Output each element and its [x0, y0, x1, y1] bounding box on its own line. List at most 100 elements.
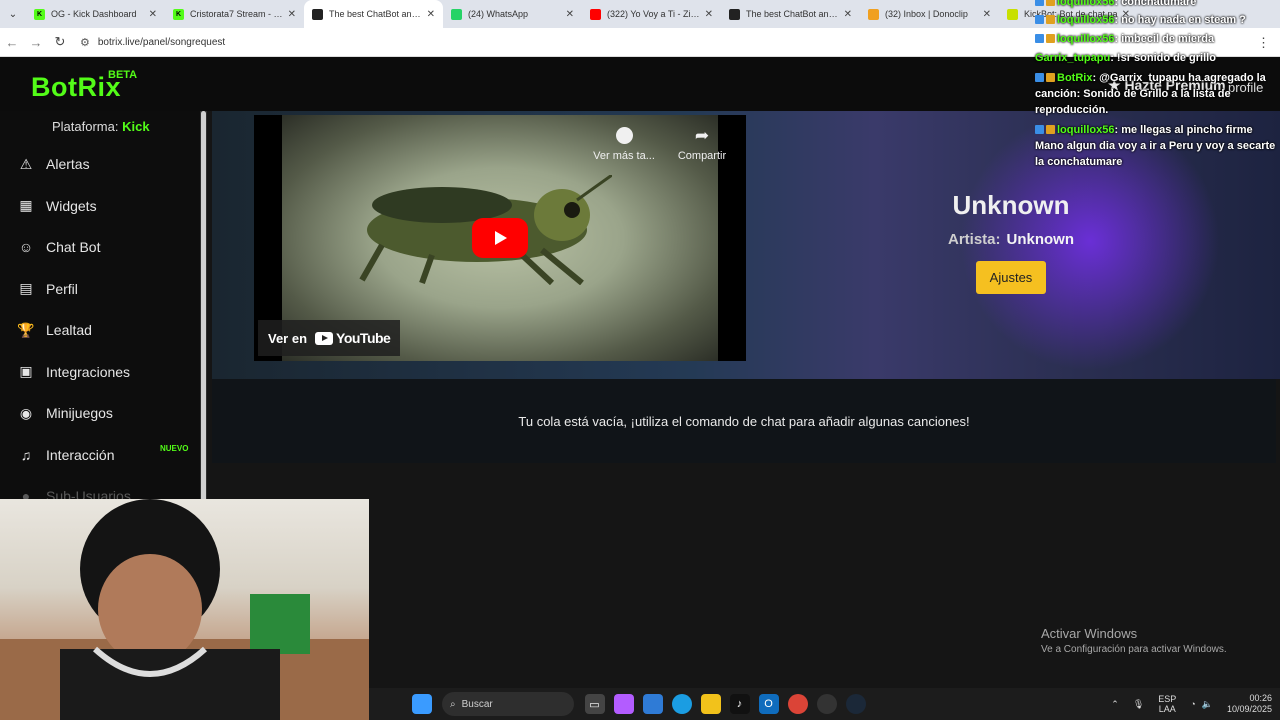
song-title: Unknown [952, 190, 1070, 220]
task-view-icon[interactable]: ▭ [584, 694, 605, 714]
microphone-icon[interactable]: 🎙 [1133, 699, 1144, 710]
sidebar-item[interactable]: ♫ Interacción [18, 444, 115, 466]
empty-queue-message: Tu cola está vacía, ¡utiliza el comando … [518, 413, 970, 429]
steam-icon[interactable] [845, 694, 866, 714]
chat-username: loquillox56 [1057, 33, 1115, 45]
reload-icon[interactable]: ↻ [48, 34, 72, 50]
chat-badge-icon [1046, 0, 1055, 6]
sidebar-item[interactable]: ☺ Chat Bot [18, 236, 101, 258]
streamer-image [0, 499, 369, 720]
browser-tab[interactable]: (24) WhatsApp ✕ [443, 0, 582, 28]
browser-menu-icon[interactable]: ⋮ [1257, 35, 1270, 51]
chat-username: BotRix [1057, 72, 1093, 84]
store-icon[interactable] [642, 694, 663, 714]
tab-close-icon[interactable]: ✕ [427, 9, 435, 20]
outlook-icon[interactable]: O [758, 694, 779, 714]
back-arrow-icon[interactable]: ← [0, 35, 24, 50]
watermark-subtitle: Ve a Configuración para activar Windows. [1041, 644, 1227, 655]
scrollbar-thumb[interactable] [201, 111, 206, 561]
chat-badge-icon [1035, 73, 1044, 82]
share-button[interactable]: ➦ Compartir [672, 127, 732, 162]
watch-later-button[interactable]: Ver más ta... [592, 127, 656, 162]
edge-icon[interactable] [671, 694, 692, 714]
chat-message: loquillox56: imbecil de mierda [1035, 31, 1214, 47]
beta-label: BETA [108, 69, 138, 81]
tiktok-icon[interactable]: ♪ [729, 694, 750, 714]
language-bottom: LAA [1158, 704, 1176, 714]
song-queue: Tu cola está vacía, ¡utiliza el comando … [212, 379, 1276, 463]
tab-title: (322) Yo Voy a Ti - Zion y [607, 9, 701, 19]
chat-message: loquillox56: no hay nada en steam ? [1035, 12, 1246, 28]
url-field[interactable]: ⚙ botrix.live/panel/songrequest [80, 36, 225, 49]
tray-chevron-icon[interactable]: ⌃ [1111, 699, 1119, 710]
chat-badge-icon [1035, 125, 1044, 134]
browser-tab[interactable]: (322) Yo Voy a Ti - Zion y ✕ [582, 0, 721, 28]
file-explorer-icon[interactable] [700, 694, 721, 714]
taskbar-search[interactable]: ⌕ Buscar [442, 692, 574, 716]
watch-on-label: Ver en [268, 330, 308, 346]
browser-tab[interactable]: The best ChatBot and W ✕ [721, 0, 860, 28]
browser-tab[interactable]: K OG - Kick Dashboard ✕ [26, 0, 165, 28]
wifi-icon[interactable]: ◔ [1190, 699, 1195, 709]
artist-label: Artista: [947, 231, 1001, 248]
sidebar-item[interactable]: ▤ Perfil [18, 278, 78, 300]
settings-button[interactable]: Ajustes [976, 261, 1046, 294]
sidebar-item-icon: ♫ [20, 446, 32, 463]
language-top: ESP [1158, 694, 1177, 704]
watermark-title: Activar Windows [1041, 626, 1138, 641]
sidebar-item-icon: 🏆 [17, 321, 35, 338]
sidebar-item-icon: ▤ [19, 280, 33, 296]
watch-later-label: Ver más ta... [593, 150, 655, 162]
tab-close-icon[interactable]: ✕ [149, 9, 157, 20]
share-label: Compartir [677, 150, 727, 162]
tab-close-icon[interactable]: ✕ [288, 9, 296, 20]
tab-favicon-icon [590, 8, 601, 20]
youtube-player[interactable]: Ver más ta... ➦ Compartir Ver en YouTube [254, 115, 746, 361]
sidebar-item-icon: ☺ [18, 239, 34, 255]
sidebar-item[interactable]: ▦ Widgets [18, 195, 96, 217]
youtube-play-button[interactable] [472, 218, 528, 258]
sidebar-item-label: Interacción [46, 446, 115, 463]
sidebar-scrollbar[interactable] [200, 111, 207, 561]
share-arrow-icon: ➦ [694, 126, 710, 145]
song-artist: Artista: Unknown [912, 231, 1110, 248]
tab-favicon-icon: K [173, 8, 184, 20]
tab-close-icon[interactable]: ✕ [983, 9, 991, 20]
chrome-icon[interactable] [787, 694, 808, 714]
sidebar-item[interactable]: ▣ Integraciones [18, 361, 130, 383]
chat-text: : no hay nada en steam ? [1114, 14, 1246, 26]
sidebar-item[interactable]: 🏆 Lealtad [17, 319, 92, 341]
forward-arrow-icon[interactable]: → [24, 35, 48, 50]
tab-favicon-icon [312, 8, 323, 20]
search-placeholder: Buscar [461, 698, 493, 710]
chat-username: Garrix_tupapu [1035, 52, 1111, 64]
clock-icon [615, 127, 633, 144]
new-badge: NUEVO [160, 444, 189, 453]
chat-text: : !sr sonido de grillo [1110, 52, 1216, 64]
tab-close-icon[interactable]: ✕ [844, 9, 852, 20]
chat-badge-icon [1046, 15, 1055, 24]
tab-search-chevron-icon[interactable]: ⌄ [0, 0, 26, 28]
sidebar-item-label: Alertas [46, 156, 90, 172]
tab-close-icon[interactable]: ✕ [705, 9, 713, 20]
windows-start-icon[interactable] [411, 694, 432, 714]
artist-value: Unknown [1006, 231, 1075, 248]
sidebar-item[interactable]: ⚠ Alertas [18, 153, 90, 175]
language-indicator[interactable]: ESP LAA [1158, 694, 1176, 714]
sidebar-item[interactable]: ◉ Minijuegos [18, 402, 113, 424]
watch-on-youtube-button[interactable]: Ver en YouTube [258, 320, 401, 356]
tab-title: (32) Inbox | Donoclip [885, 9, 968, 19]
obs-icon[interactable] [816, 694, 837, 714]
tab-title: Cristorata7 Stream - Watch [190, 9, 284, 19]
volume-icon[interactable]: 🔈 [1202, 699, 1213, 710]
youtube-icon [315, 331, 334, 345]
copilot-icon[interactable] [613, 694, 634, 714]
clock[interactable]: 00:26 10/09/2025 [1227, 693, 1272, 715]
sidebar-item-icon: ▣ [19, 363, 33, 379]
tab-close-icon[interactable]: ✕ [566, 9, 574, 20]
site-info-icon[interactable]: ⚙ [80, 36, 90, 49]
browser-tab[interactable]: (32) Inbox | Donoclip ✕ [860, 0, 999, 28]
browser-tab[interactable]: The best ChatBot and Widgets ✕ [304, 0, 443, 28]
chat-text: : imbecil de mierda [1114, 33, 1215, 45]
browser-tab[interactable]: K Cristorata7 Stream - Watch ✕ [165, 0, 304, 28]
